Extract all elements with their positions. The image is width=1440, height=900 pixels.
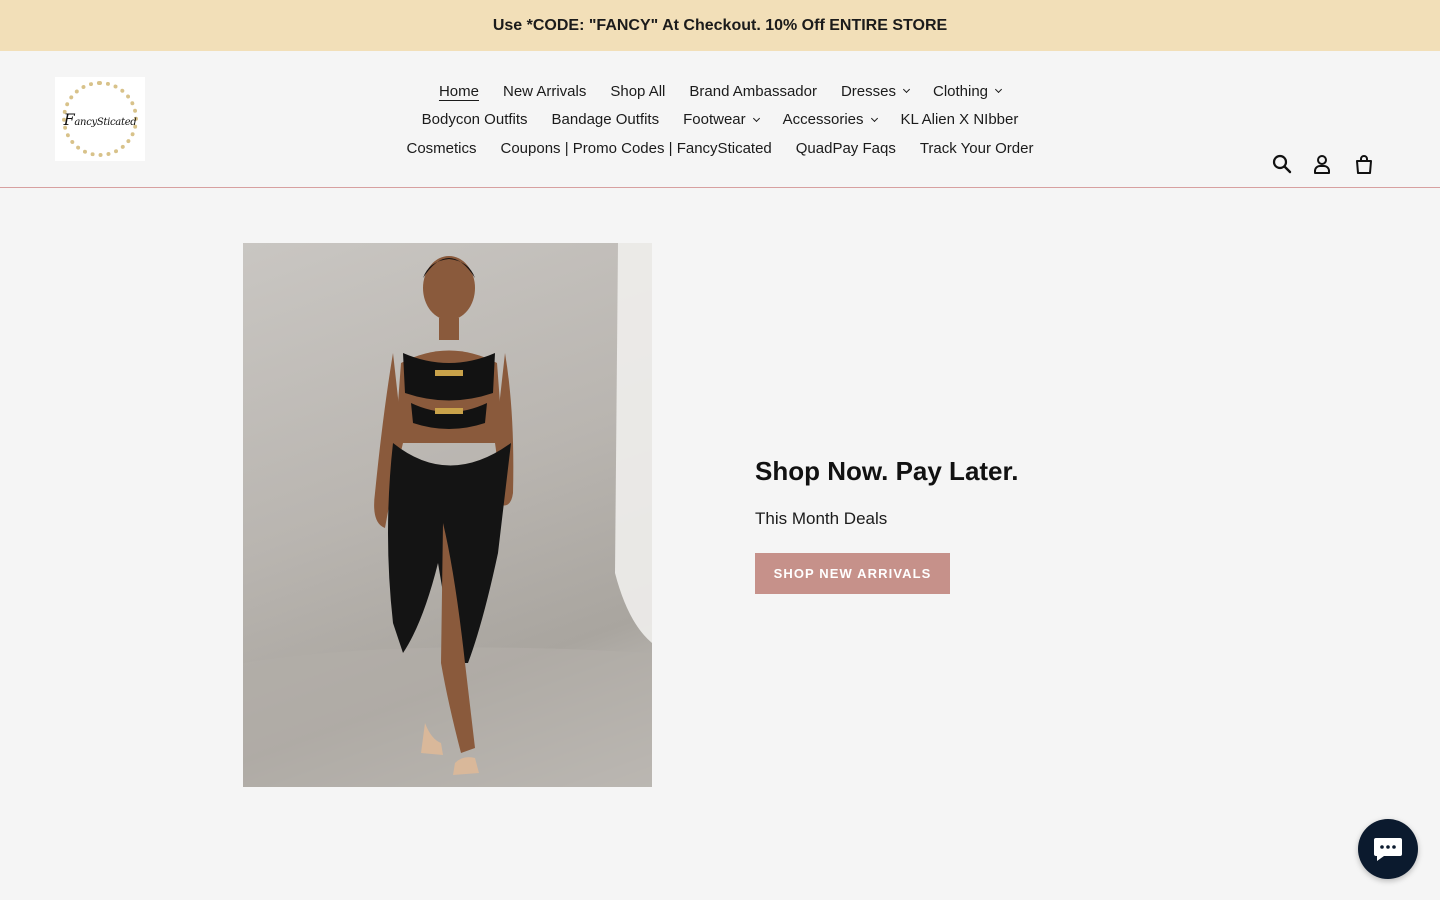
- chevron-down-icon: [870, 114, 878, 122]
- nav-item-brand-ambassador[interactable]: Brand Ambassador: [689, 83, 817, 100]
- nav-item-dresses[interactable]: Dresses: [841, 83, 911, 100]
- logo-ring: FancySticated: [62, 81, 138, 157]
- nav-item-quadpay-faqs[interactable]: QuadPay Faqs: [796, 140, 896, 157]
- store-logo[interactable]: FancySticated: [55, 77, 145, 161]
- announcement-text: Use *CODE: "FANCY" At Checkout. 10% Off …: [492, 16, 948, 34]
- chevron-down-icon: [994, 86, 1003, 94]
- nav-row-2: Bodycon Outfits Bandage Outfits Footwear…: [410, 106, 1031, 135]
- hero-subtitle: This Month Deals: [755, 509, 888, 528]
- nav-item-bandage-outfits[interactable]: Bandage Outfits: [552, 111, 660, 128]
- nav-item-home[interactable]: Home: [439, 83, 479, 100]
- cart-icon[interactable]: [1352, 152, 1376, 176]
- model-illustration: [243, 243, 652, 787]
- nav-item-accessories[interactable]: Accessories: [783, 111, 878, 128]
- nav-item-clothing[interactable]: Clothing: [933, 83, 1003, 100]
- nav-row-1: Home New Arrivals Shop All Brand Ambassa…: [427, 77, 1013, 106]
- nav-item-new-arrivals[interactable]: New Arrivals: [503, 83, 586, 100]
- shop-new-arrivals-button[interactable]: SHOP NEW ARRIVALS: [755, 553, 950, 594]
- nav-item-track-order[interactable]: Track Your Order: [920, 140, 1034, 157]
- nav-item-footwear[interactable]: Footwear: [683, 111, 760, 128]
- hero-section: Shop Now. Pay Later. This Month Deals SH…: [0, 188, 1440, 900]
- hero-model-photo: [243, 243, 652, 787]
- hero-title: Shop Now. Pay Later.: [755, 456, 1019, 486]
- chevron-down-icon: [902, 86, 911, 94]
- nav-item-cosmetics[interactable]: Cosmetics: [406, 140, 476, 157]
- chevron-down-icon: [752, 114, 760, 122]
- chat-icon: [1374, 838, 1402, 861]
- chat-widget-button[interactable]: [1358, 819, 1418, 879]
- nav-item-coupons[interactable]: Coupons | Promo Codes | FancySticated: [501, 140, 772, 157]
- nav-item-bodycon-outfits[interactable]: Bodycon Outfits: [422, 111, 528, 128]
- account-icon[interactable]: [1310, 152, 1334, 176]
- site-header: FancySticated Home New Arrivals Shop All…: [0, 51, 1440, 188]
- nav-row-3: Cosmetics Coupons | Promo Codes | FancyS…: [394, 134, 1045, 163]
- logo-text: FancySticated: [63, 109, 137, 129]
- nav-item-kl-alien[interactable]: KL Alien X NIbber: [901, 111, 1019, 128]
- hero-text-block: Shop Now. Pay Later. This Month Deals SH…: [755, 456, 1018, 594]
- announcement-bar: Use *CODE: "FANCY" At Checkout. 10% Off …: [0, 0, 1440, 51]
- search-icon[interactable]: [1270, 152, 1294, 176]
- nav-item-shop-all[interactable]: Shop All: [610, 83, 665, 100]
- main-navigation: Home New Arrivals Shop All Brand Ambassa…: [360, 77, 1080, 163]
